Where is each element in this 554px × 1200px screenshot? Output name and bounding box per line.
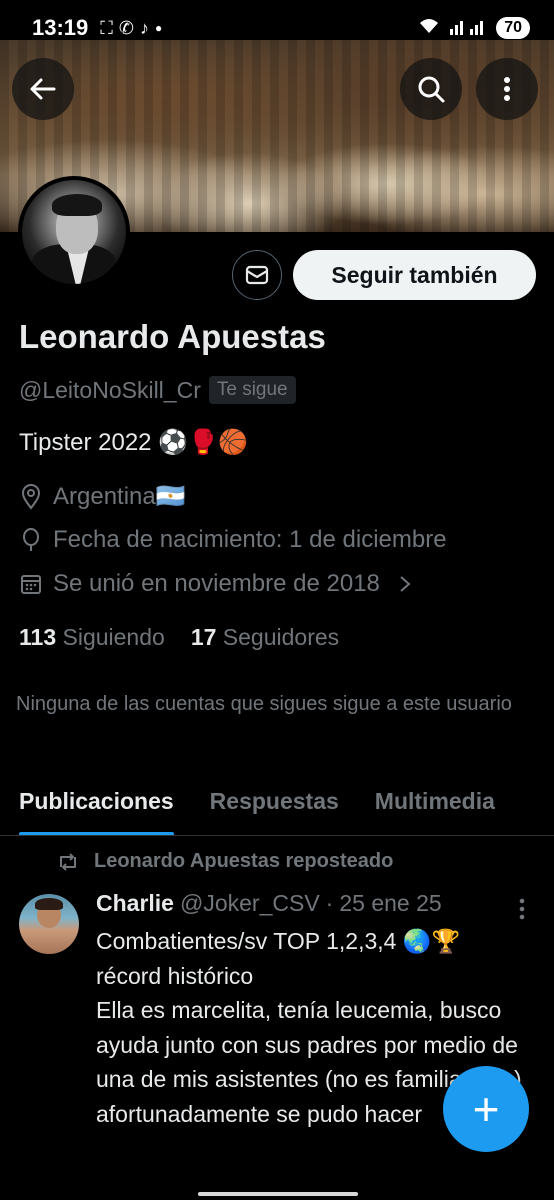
status-app-icons: ⛶ ✆ ♪ ●	[100, 18, 162, 39]
tab-media[interactable]: Multimedia	[375, 780, 495, 835]
avatar-hair-shape	[52, 194, 102, 216]
profile-bio: Tipster 2022 ⚽🥊🏀	[19, 429, 248, 456]
wifi-icon	[418, 17, 440, 40]
arrow-left-icon	[30, 78, 56, 100]
signal-icon	[450, 17, 486, 40]
follow-back-button[interactable]: Seguir también	[293, 250, 536, 300]
followers-count: 17	[190, 624, 217, 650]
more-vertical-icon	[504, 77, 510, 101]
screenshot-icon: ⛶	[100, 17, 113, 38]
tiktok-icon: ♪	[139, 17, 149, 38]
balloon-icon	[23, 528, 39, 551]
compose-fab[interactable]: +	[443, 1066, 529, 1152]
home-gesture-pill[interactable]	[198, 1192, 358, 1196]
status-system-icons: 70	[418, 17, 530, 40]
status-time: 13:19	[32, 15, 89, 40]
plus-icon: +	[472, 1083, 500, 1135]
message-button[interactable]	[232, 250, 282, 300]
joined-row[interactable]: Se unió en noviembre de 2018	[19, 570, 414, 598]
repost-label: Leonardo Apuestas reposteado	[94, 850, 394, 872]
profile-handle: @LeitoNoSkill_Cr	[19, 376, 201, 403]
post-header: Charlie @Joker_CSV · 25 ene 25	[96, 890, 442, 917]
dot-icon: ●	[154, 21, 163, 35]
tab-replies[interactable]: Respuestas	[210, 780, 339, 835]
post-date[interactable]: 25 ene 25	[339, 890, 441, 917]
tab-posts[interactable]: Publicaciones	[19, 780, 174, 835]
back-button[interactable]	[12, 58, 74, 120]
post-text[interactable]: Combatientes/sv TOP 1,2,3,4 🌏🏆 récord hi…	[96, 924, 546, 1200]
following-link[interactable]: 113 Siguiendo	[19, 624, 165, 651]
post-separator: ·	[325, 890, 334, 916]
repost-icon	[60, 852, 76, 871]
mutuals-note: Ninguna de las cuentas que sigues sigue …	[16, 693, 512, 715]
avatar[interactable]	[18, 176, 130, 288]
following-label: Siguiendo	[62, 624, 165, 650]
location-row: Argentina🇦🇷	[19, 482, 186, 511]
following-count: 113	[19, 624, 57, 650]
battery-indicator: 70	[496, 17, 530, 39]
location-pin-icon	[21, 483, 41, 510]
birthday-text: Fecha de nacimiento: 1 de diciembre	[53, 526, 447, 553]
location-text: Argentina🇦🇷	[53, 483, 186, 510]
status-bar: 13:19 ⛶ ✆ ♪ ● 70	[0, 0, 554, 56]
handle-row: @LeitoNoSkill_Cr Te sigue	[19, 376, 296, 404]
post-author-avatar[interactable]	[19, 894, 79, 954]
post-avatar-hair-shape	[35, 898, 63, 910]
followers-link[interactable]: 17 Seguidores	[191, 624, 339, 651]
post-more-button[interactable]	[512, 896, 532, 927]
follow-counts: 113 Siguiendo 17 Seguidores	[19, 624, 339, 651]
repost-indicator: Leonardo Apuestas reposteado	[56, 850, 393, 873]
search-icon	[418, 76, 445, 103]
more-button[interactable]	[476, 58, 538, 120]
post-author-handle[interactable]: @Joker_CSV	[180, 890, 320, 917]
followers-label: Seguidores	[222, 624, 340, 650]
whatsapp-icon: ✆	[118, 17, 134, 38]
follows-you-badge: Te sigue	[208, 376, 296, 404]
chevron-right-icon	[400, 576, 411, 592]
profile-name: Leonardo Apuestas	[19, 318, 326, 355]
post-author-name[interactable]: Charlie	[96, 890, 174, 917]
birthday-row: Fecha de nacimiento: 1 de diciembre	[19, 526, 447, 554]
calendar-icon	[21, 575, 41, 594]
more-vertical-icon	[519, 898, 525, 920]
envelope-icon	[245, 265, 269, 285]
profile-tabs: Publicaciones Respuestas Multimedia	[0, 780, 554, 836]
search-button[interactable]	[400, 58, 462, 120]
joined-text: Se unió en noviembre de 2018	[53, 570, 380, 597]
